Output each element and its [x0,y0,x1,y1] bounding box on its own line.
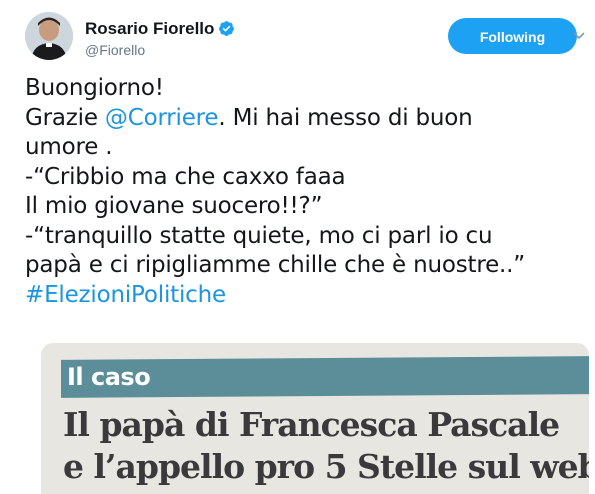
section-label: Il caso [67,363,151,391]
tweet-line: -“tranquillo statte quiete, mo ci parl i… [25,222,493,249]
avatar[interactable] [25,12,73,60]
tweet-photo[interactable]: Il caso Il papà di Francesca Pascale e l… [41,343,589,494]
chevron-down-icon[interactable] [573,32,585,40]
following-button[interactable]: Following [448,18,577,54]
user-name[interactable]: Rosario Fiorello [85,19,235,42]
tweet-text: Buongiorno! Grazie @Corriere. Mi hai mes… [25,74,570,310]
mention-link[interactable]: @Corriere [105,105,219,131]
tweet-text-segment: . Mi hai messo di buon [218,104,473,131]
tweet-line: -“Cribbio ma che caxxo faaa [25,163,346,190]
hashtag-link[interactable]: #ElezioniPolitiche [25,281,570,311]
tweet-line: papà e ci ripigliamme chille che è nuost… [25,252,525,278]
verified-badge-icon [218,20,235,42]
tweet-text-segment: Grazie [25,104,105,131]
headline-line: e l’appello pro 5 Stelle sul web [63,447,589,486]
user-handle[interactable]: @Fiorello [85,42,145,58]
tweet-header: Rosario Fiorello @Fiorello Following [25,12,585,60]
tweet-line: umore . [25,134,113,160]
tweet-line: Grazie @Corriere. Mi hai messo di buon [25,104,570,134]
user-name-text[interactable]: Rosario Fiorello [85,19,214,38]
headline-line: Il papà di Francesca Pascale [63,405,560,444]
tweet-card: Rosario Fiorello @Fiorello Following Buo… [0,0,595,494]
tweet-line: Buongiorno! [25,75,164,101]
tweet-line: Il mio giovane suocero!!?” [25,193,323,219]
